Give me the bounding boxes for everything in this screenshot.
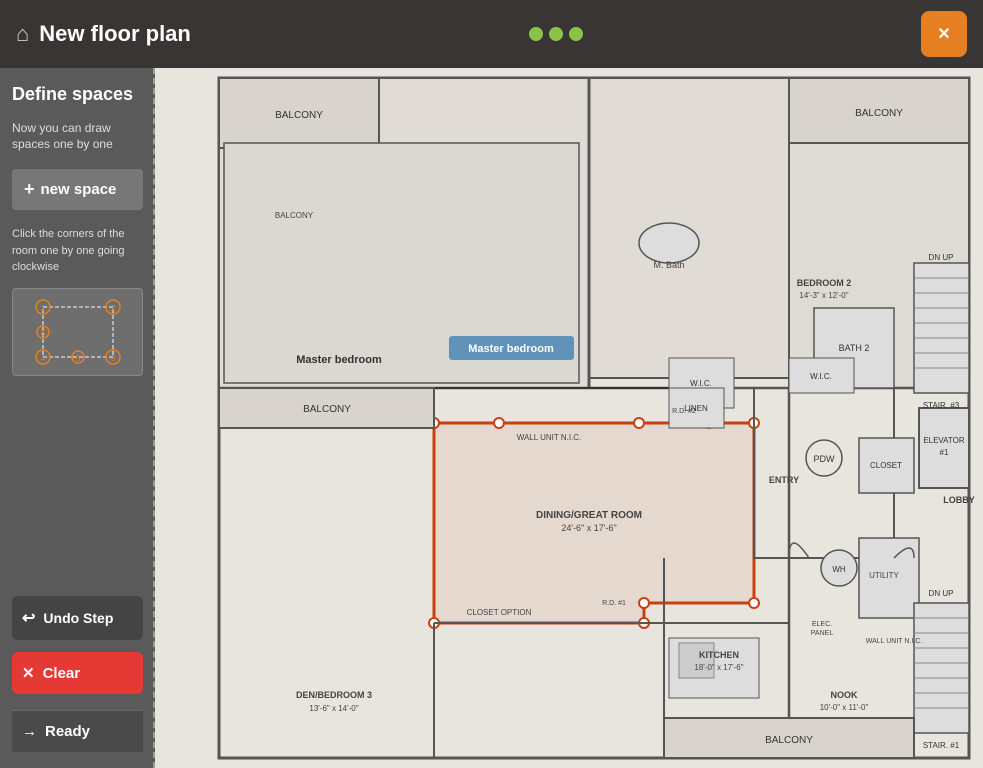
clear-label: Clear (43, 665, 81, 682)
dot-3 (569, 27, 583, 41)
header-left: ⌂ New floor plan (16, 21, 191, 47)
svg-text:PDW: PDW (814, 454, 836, 464)
svg-text:1: 1 (40, 304, 45, 313)
svg-text:ELEC.: ELEC. (812, 621, 832, 628)
dot-2 (549, 27, 563, 41)
floorplan-area[interactable]: BALCONY BALCONY (155, 68, 983, 768)
svg-text:NOOK: NOOK (831, 690, 859, 700)
svg-text:STAIR. #3: STAIR. #3 (923, 401, 960, 410)
plus-icon: + (24, 179, 35, 200)
svg-text:LOBBY: LOBBY (943, 495, 975, 505)
new-space-button[interactable]: + new space (12, 169, 143, 210)
svg-text:BALCONY: BALCONY (275, 211, 314, 220)
svg-text:ELEVATOR: ELEVATOR (923, 436, 965, 445)
svg-text:10'-0" x 11'-0": 10'-0" x 11'-0" (820, 703, 869, 712)
svg-text:BALCONY: BALCONY (855, 108, 903, 119)
svg-text:BALCONY: BALCONY (303, 404, 351, 415)
ready-button[interactable]: → Ready (12, 710, 143, 752)
svg-text:M. Bath: M. Bath (653, 260, 684, 270)
svg-text:STAIR. #1: STAIR. #1 (923, 741, 960, 750)
main-content: Define spaces Now you can draw spaces on… (0, 68, 983, 768)
svg-text:DN UP: DN UP (929, 589, 954, 598)
svg-text:DINING/GREAT ROOM: DINING/GREAT ROOM (536, 510, 642, 521)
sidebar-subtitle: Now you can draw spaces one by one (12, 120, 143, 154)
svg-text:6: 6 (40, 329, 45, 338)
undo-icon: ↩ (22, 608, 35, 628)
svg-text:UTILITY: UTILITY (869, 571, 899, 580)
svg-text:BATH 2: BATH 2 (839, 343, 870, 353)
svg-text:DEN/BEDROOM 3: DEN/BEDROOM 3 (296, 690, 372, 700)
sidebar-title: Define spaces (12, 84, 143, 106)
svg-text:CLOSET OPTION: CLOSET OPTION (467, 608, 532, 617)
svg-text:BALCONY: BALCONY (765, 735, 813, 746)
svg-text:24'-6" x 17'-6": 24'-6" x 17'-6" (561, 523, 616, 533)
new-space-label: new space (41, 181, 117, 198)
close-icon: × (938, 23, 950, 46)
svg-text:Master bedroom: Master bedroom (296, 354, 382, 366)
home-icon: ⌂ (16, 21, 29, 47)
ready-label: Ready (45, 723, 90, 740)
arrow-right-icon: → (22, 723, 37, 740)
svg-text:BEDROOM 2: BEDROOM 2 (797, 278, 852, 288)
svg-text:R.D. #2: R.D. #2 (672, 408, 696, 415)
svg-text:W.I.C.: W.I.C. (690, 379, 712, 388)
header: ⌂ New floor plan × (0, 0, 983, 68)
svg-text:18'-0" x 17'-6": 18'-0" x 17'-6" (694, 663, 743, 672)
svg-text:2: 2 (110, 304, 115, 313)
svg-text:WALL UNIT N.I.C.: WALL UNIT N.I.C. (517, 433, 582, 442)
svg-text:KITCHEN: KITCHEN (699, 650, 739, 660)
svg-text:4: 4 (40, 354, 45, 363)
close-button[interactable]: × (921, 11, 967, 57)
app-title: New floor plan (39, 21, 191, 47)
dot-1 (529, 27, 543, 41)
svg-text:PANEL: PANEL (811, 630, 834, 637)
sidebar-spacer (12, 388, 143, 584)
svg-text:CLOSET: CLOSET (870, 461, 902, 470)
svg-text:14'-3" x 12'-0": 14'-3" x 12'-0" (799, 291, 848, 300)
svg-text:3: 3 (110, 354, 115, 363)
svg-text:5: 5 (75, 354, 80, 363)
svg-text:WH: WH (832, 565, 846, 574)
instructions-text: Click the corners of the room one by one… (12, 226, 143, 276)
undo-step-button[interactable]: ↩ Undo Step (12, 596, 143, 640)
svg-text:Master bedroom: Master bedroom (468, 343, 554, 355)
svg-text:WALL UNIT N.I.C.: WALL UNIT N.I.C. (866, 638, 923, 645)
svg-text:#1: #1 (940, 448, 949, 457)
sidebar: Define spaces Now you can draw spaces on… (0, 68, 155, 768)
svg-text:W.I.C.: W.I.C. (810, 372, 832, 381)
clear-icon: ✕ (22, 664, 35, 682)
svg-text:13'-6" x 14'-0": 13'-6" x 14'-0" (309, 704, 358, 713)
undo-label: Undo Step (43, 610, 113, 626)
svg-text:BALCONY: BALCONY (275, 110, 323, 121)
clear-button[interactable]: ✕ Clear (12, 652, 143, 694)
corner-diagram: 1 2 3 4 5 6 (12, 288, 143, 376)
header-dots (529, 27, 583, 41)
svg-text:R.D. #1: R.D. #1 (602, 600, 626, 607)
svg-text:ENTRY: ENTRY (769, 475, 799, 485)
svg-text:DN UP: DN UP (929, 253, 954, 262)
